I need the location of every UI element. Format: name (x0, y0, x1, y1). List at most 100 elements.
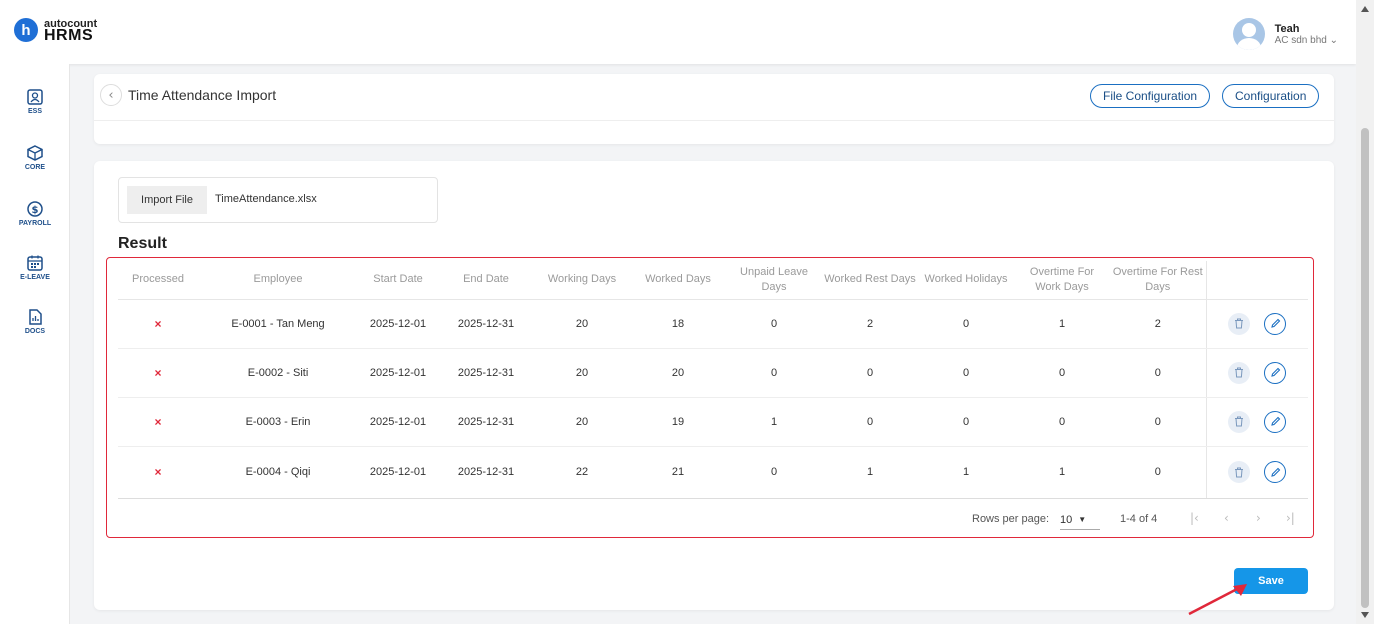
not-processed-icon: × (154, 316, 162, 331)
cell-working-days: 22 (534, 446, 630, 499)
caret-down-icon: ▼ (1078, 515, 1087, 524)
next-page-icon[interactable]: › (1256, 511, 1261, 525)
cell-worked-rest: 2 (822, 299, 918, 349)
vertical-scrollbar[interactable] (1356, 0, 1374, 624)
edit-button[interactable] (1264, 461, 1287, 483)
delete-button[interactable] (1228, 410, 1251, 433)
scroll-up-icon[interactable] (1361, 6, 1369, 12)
table-row: × E-0001 - Tan Meng 2025-12-01 2025-12-3… (118, 299, 1308, 349)
last-page-icon[interactable]: ›| (1286, 511, 1295, 525)
table-row: × E-0004 - Qiqi 2025-12-01 2025-12-31 22… (118, 446, 1308, 499)
core-icon (27, 145, 43, 161)
user-name: Teah (1274, 22, 1300, 35)
column-header: Working Days (534, 261, 630, 300)
scroll-down-icon[interactable] (1361, 612, 1369, 618)
cell-worked-holidays: 0 (918, 299, 1014, 349)
delete-button[interactable] (1228, 312, 1251, 335)
edit-button[interactable] (1264, 410, 1287, 433)
cell-ot-rest: 0 (1110, 397, 1206, 447)
cell-ot-work: 0 (1014, 348, 1110, 398)
trash-icon (1235, 367, 1244, 378)
calendar-icon (27, 255, 43, 271)
cell-ot-rest: 0 (1110, 348, 1206, 398)
import-file-button[interactable]: Import File (127, 186, 207, 214)
column-header: Employee (198, 261, 358, 300)
cell-unpaid-leave: 0 (726, 348, 822, 398)
cell-worked-days: 21 (630, 446, 726, 499)
cell-start-date: 2025-12-01 (358, 446, 438, 499)
back-button[interactable]: ‹ (100, 84, 122, 106)
cell-ot-rest: 0 (1110, 446, 1206, 499)
cell-working-days: 20 (534, 397, 630, 447)
ess-icon (27, 89, 43, 105)
sidebar-item-label: PAYROLL (18, 220, 52, 227)
sidebar-item-label: DOCS (24, 328, 46, 335)
cell-employee: E-0003 - Erin (198, 397, 358, 447)
cell-worked-rest: 0 (822, 397, 918, 447)
cell-ot-work: 1 (1014, 446, 1110, 499)
delete-button[interactable] (1228, 461, 1251, 483)
configuration-button[interactable]: Configuration (1222, 84, 1320, 108)
column-header: Start Date (358, 261, 438, 300)
logo-mark: h (14, 18, 38, 42)
user-company[interactable]: AC sdn bhd ⌄ (1275, 35, 1338, 46)
sidebar-item-eleave[interactable]: E-LEAVE (0, 254, 70, 281)
pencil-icon (1270, 367, 1281, 377)
cell-start-date: 2025-12-01 (358, 348, 438, 398)
sidebar-item-core[interactable]: CORE (0, 144, 70, 171)
column-header: Overtime For Rest Days (1110, 261, 1206, 300)
file-configuration-button[interactable]: File Configuration (1090, 84, 1211, 108)
cell-ot-rest: 2 (1110, 299, 1206, 349)
cell-worked-holidays: 0 (918, 348, 1014, 398)
cell-end-date: 2025-12-31 (438, 299, 534, 349)
payroll-icon: $ (27, 201, 43, 217)
cell-end-date: 2025-12-31 (438, 397, 534, 447)
table-row: × E-0002 - Siti 2025-12-01 2025-12-31 20… (118, 348, 1308, 398)
scroll-thumb[interactable] (1361, 128, 1369, 608)
cell-unpaid-leave: 0 (726, 446, 822, 499)
sidebar-item-docs[interactable]: DOCS (0, 308, 70, 335)
cell-worked-rest: 1 (822, 446, 918, 499)
rows-per-page-value: 10 (1060, 513, 1073, 526)
user-menu[interactable]: Teah AC sdn bhd ⌄ (1232, 18, 1338, 50)
cell-employee: E-0002 - Siti (198, 348, 358, 398)
import-result-card: Import File TimeAttendance.xlsx Result P… (94, 161, 1334, 610)
cell-start-date: 2025-12-01 (358, 397, 438, 447)
cell-start-date: 2025-12-01 (358, 299, 438, 349)
sidebar-item-label: E-LEAVE (20, 274, 50, 281)
rows-per-page-select[interactable]: 10 ▼ (1060, 510, 1100, 530)
pencil-icon (1270, 416, 1281, 426)
divider (94, 120, 1334, 121)
app-logo[interactable]: h autocount HRMS (14, 18, 97, 44)
pencil-icon (1270, 318, 1281, 328)
cell-working-days: 20 (534, 299, 630, 349)
trash-icon (1235, 416, 1244, 427)
column-header: Overtime For Work Days (1014, 261, 1110, 300)
cell-unpaid-leave: 0 (726, 299, 822, 349)
edit-button[interactable] (1264, 312, 1287, 335)
docs-icon (29, 309, 42, 325)
cell-worked-days: 19 (630, 397, 726, 447)
import-file-field[interactable]: Import File TimeAttendance.xlsx (118, 177, 438, 223)
sidebar-item-label: CORE (24, 164, 46, 171)
cell-unpaid-leave: 1 (726, 397, 822, 447)
column-header: Processed (118, 261, 198, 300)
column-header: Worked Days (630, 261, 726, 300)
not-processed-icon: × (154, 414, 162, 429)
pencil-icon (1270, 467, 1281, 477)
avatar[interactable] (1232, 18, 1265, 50)
trash-icon (1235, 467, 1244, 477)
column-header: Worked Holidays (918, 261, 1014, 300)
trash-icon (1235, 318, 1244, 329)
edit-button[interactable] (1264, 361, 1287, 384)
result-heading: Result (118, 235, 167, 252)
delete-button[interactable] (1228, 361, 1251, 384)
sidebar-item-payroll[interactable]: $ PAYROLL (0, 200, 70, 227)
sidebar-item-ess[interactable]: ESS (0, 88, 70, 115)
prev-page-icon[interactable]: ‹ (1224, 511, 1229, 525)
pagination-range: 1-4 of 4 (1120, 513, 1158, 525)
svg-text:$: $ (32, 205, 39, 216)
cell-employee: E-0004 - Qiqi (198, 446, 358, 499)
table-header-row: Processed Employee Start Date End Date W… (118, 261, 1308, 300)
first-page-icon[interactable]: |‹ (1190, 511, 1199, 525)
